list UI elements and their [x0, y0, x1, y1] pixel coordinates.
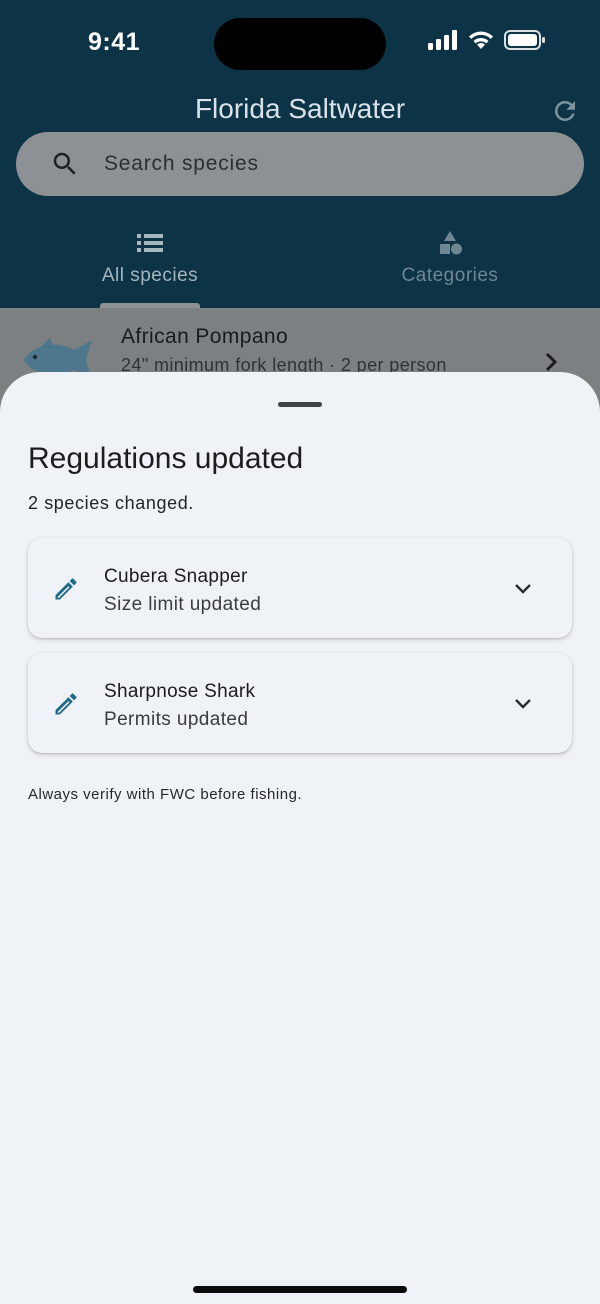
cellular-signal-icon [428, 30, 457, 50]
refresh-icon[interactable] [550, 96, 580, 126]
status-time: 9:41 [88, 28, 141, 56]
change-card-sharpnose-shark[interactable]: Sharpnose Shark Permits updated [28, 653, 572, 753]
sheet-title: Regulations updated [28, 442, 304, 475]
search-input[interactable]: Search species [104, 152, 259, 176]
sheet-subtitle: 2 species changed. [28, 493, 194, 513]
app-title: Florida Saltwater [194, 93, 406, 124]
search-icon [53, 152, 76, 175]
change-card-subtitle: Size limit updated [104, 594, 262, 615]
change-card-subtitle: Permits updated [104, 709, 249, 730]
tab-label: All species [101, 265, 199, 286]
tab-categories[interactable]: Categories [300, 220, 600, 308]
edit-icon [55, 578, 77, 600]
change-card-title: Cubera Snapper [104, 566, 248, 587]
app-root: 9:41 Florida Saltwater Search species Al… [0, 0, 600, 1304]
change-card-title: Sharpnose Shark [104, 681, 256, 702]
wifi-icon [469, 31, 493, 49]
battery-icon [504, 30, 545, 50]
dynamic-island [214, 18, 386, 70]
edit-icon [55, 693, 77, 715]
status-bar: 9:41 [0, 0, 600, 90]
regulations-bottom-sheet: Regulations updated 2 species changed. C… [0, 372, 600, 1304]
home-indicator[interactable] [193, 1286, 407, 1293]
chevron-right-icon [545, 352, 558, 372]
change-card-cubera-snapper[interactable]: Cubera Snapper Size limit updated [28, 538, 572, 638]
app-header: Florida Saltwater Search species All spe… [0, 80, 600, 308]
search-bar[interactable]: Search species [16, 132, 584, 196]
tab-bar: All species Categories [0, 220, 600, 308]
chevron-down-icon[interactable] [512, 578, 534, 600]
list-item-title: African Pompano [121, 325, 289, 348]
status-icons [428, 30, 546, 50]
tab-all-species[interactable]: All species [0, 220, 300, 308]
tab-label: Categories [401, 265, 499, 286]
chevron-down-icon[interactable] [512, 693, 534, 715]
sheet-drag-handle[interactable] [278, 402, 322, 407]
verification-note: Always verify with FWC before fishing. [28, 786, 303, 803]
shapes-icon [440, 231, 462, 255]
list-icon [137, 234, 163, 252]
